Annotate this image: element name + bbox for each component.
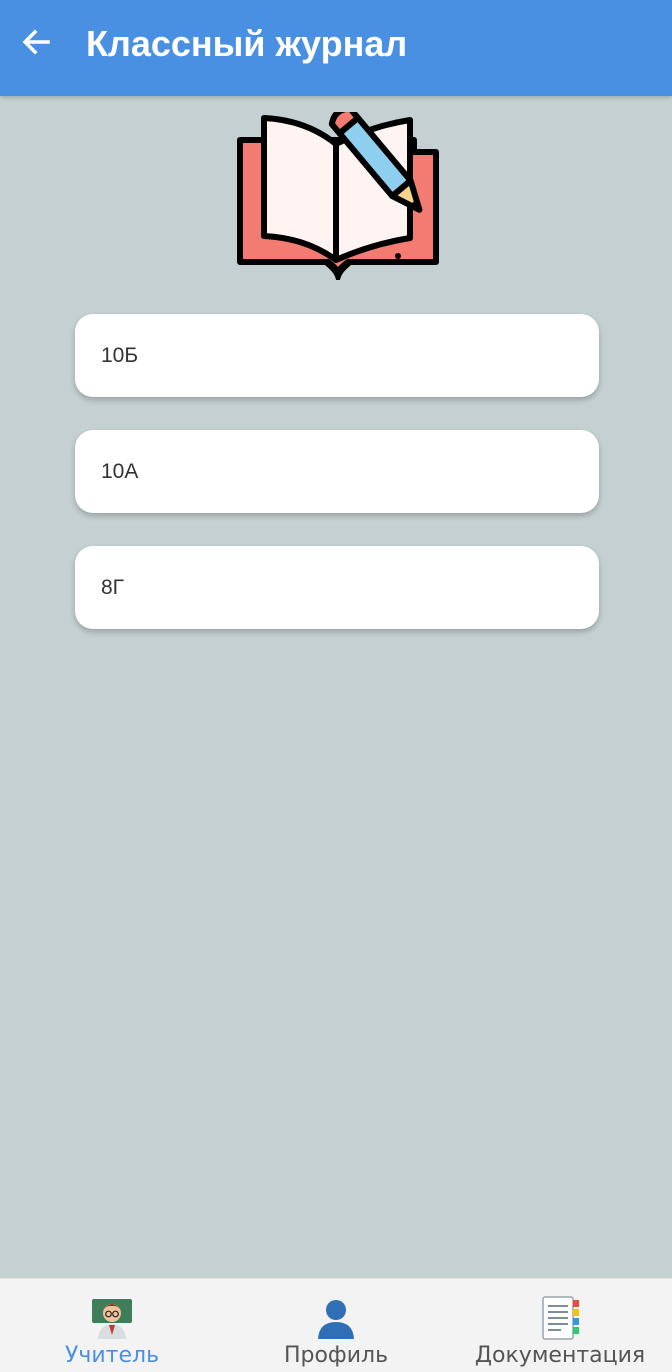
class-list: 10Б 10А 8Г <box>75 314 599 662</box>
arrow-left-icon <box>22 29 50 55</box>
open-book-with-pencil-icon <box>237 105 439 286</box>
nav-item-profile[interactable]: Профиль <box>224 1279 448 1372</box>
user-silhouette-icon <box>313 1295 359 1341</box>
class-label: 10Б <box>101 343 139 367</box>
class-card-10a[interactable]: 10А <box>75 430 599 513</box>
bottom-navigation: Учитель Профиль Документация <box>0 1278 672 1372</box>
nav-label-teacher: Учитель <box>64 1343 160 1368</box>
class-card-8g[interactable]: 8Г <box>75 546 599 629</box>
nav-item-teacher[interactable]: Учитель <box>0 1279 224 1372</box>
teacher-icon <box>89 1295 135 1341</box>
page-title: Классный журнал <box>86 23 408 64</box>
nav-label-profile: Профиль <box>283 1343 389 1368</box>
class-card-10b[interactable]: 10Б <box>75 314 599 397</box>
back-button[interactable] <box>18 24 54 60</box>
journal-illustration <box>236 105 440 286</box>
document-icon <box>537 1295 583 1341</box>
nav-item-documentation[interactable]: Документация <box>448 1279 672 1372</box>
app-bar: Классный журнал <box>0 0 672 96</box>
class-label: 8Г <box>101 575 125 599</box>
class-label: 10А <box>101 459 139 483</box>
nav-label-documentation: Документация <box>474 1343 646 1368</box>
